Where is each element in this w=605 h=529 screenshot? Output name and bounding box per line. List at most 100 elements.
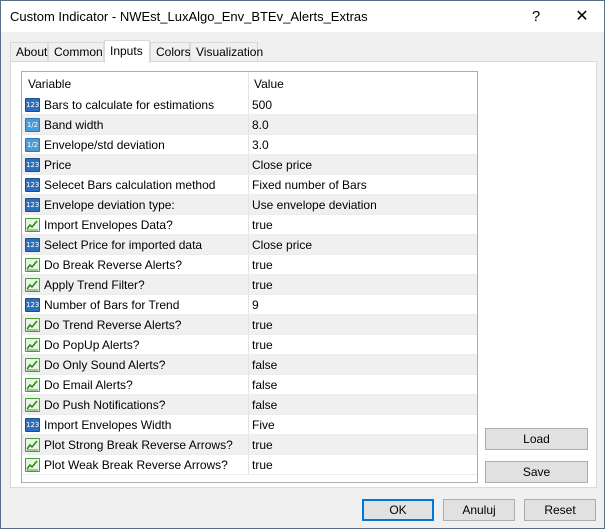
parameter-value[interactable]: false xyxy=(252,398,277,412)
parameter-name: Selecet Bars calculation method xyxy=(44,178,216,192)
cell-divider xyxy=(248,155,249,175)
table-row[interactable]: Plot Strong Break Reverse Arrows? true xyxy=(22,435,477,455)
cell-divider xyxy=(248,235,249,255)
tab-common[interactable]: Common xyxy=(48,42,104,62)
parameter-value[interactable]: 8.0 xyxy=(252,118,269,132)
parameter-name: Bars to calculate for estimations xyxy=(44,98,215,112)
icon-glyph: 123 xyxy=(26,181,40,189)
parameter-name: Do Push Notifications? xyxy=(44,398,166,412)
table-row[interactable]: Do Only Sound Alerts? false xyxy=(22,355,477,375)
cell-divider xyxy=(248,135,249,155)
boolean-parameter-icon xyxy=(25,278,40,292)
icon-glyph: 123 xyxy=(26,101,40,109)
parameter-value[interactable]: true xyxy=(252,438,273,452)
tab-about[interactable]: About xyxy=(10,42,48,62)
cell-divider xyxy=(248,115,249,135)
parameter-value[interactable]: true xyxy=(252,278,273,292)
inputs-panel: Variable Value 123 Bars to calculate for … xyxy=(10,61,597,488)
parameter-name: Plot Weak Break Reverse Arrows? xyxy=(44,458,228,472)
parameter-name: Apply Trend Filter? xyxy=(44,278,145,292)
cell-divider xyxy=(248,355,249,375)
column-divider[interactable] xyxy=(248,72,249,95)
boolean-parameter-icon xyxy=(25,318,40,332)
boolean-parameter-icon xyxy=(25,378,40,392)
table-row[interactable]: 1/2 Envelope/std deviation 3.0 xyxy=(22,135,477,155)
parameter-value[interactable]: Close price xyxy=(252,158,312,172)
cell-divider xyxy=(248,335,249,355)
icon-glyph: 123 xyxy=(26,301,40,309)
table-row[interactable]: Plot Weak Break Reverse Arrows? true xyxy=(22,455,477,475)
parameter-name: Import Envelopes Width xyxy=(44,418,172,432)
ok-button[interactable]: OK xyxy=(362,499,434,521)
parameter-value[interactable]: false xyxy=(252,358,277,372)
icon-glyph: 123 xyxy=(26,161,40,169)
cancel-button[interactable]: Anuluj xyxy=(443,499,515,521)
integer-parameter-icon: 123 xyxy=(25,418,40,432)
parameter-value[interactable]: true xyxy=(252,338,273,352)
parameter-value[interactable]: Close price xyxy=(252,238,312,252)
parameter-name: Do Email Alerts? xyxy=(44,378,133,392)
table-row[interactable]: 123 Import Envelopes Width Five xyxy=(22,415,477,435)
cell-divider xyxy=(248,375,249,395)
boolean-parameter-icon xyxy=(25,438,40,452)
parameter-value[interactable]: 500 xyxy=(252,98,272,112)
integer-parameter-icon: 123 xyxy=(25,178,40,192)
parameter-value[interactable]: true xyxy=(252,318,273,332)
table-row[interactable]: Do Break Reverse Alerts? true xyxy=(22,255,477,275)
table-row[interactable]: 123 Selecet Bars calculation method Fixed … xyxy=(22,175,477,195)
integer-parameter-icon: 123 xyxy=(25,98,40,112)
parameter-value[interactable]: Fixed number of Bars xyxy=(252,178,367,192)
reset-button[interactable]: Reset xyxy=(524,499,596,521)
parameter-value[interactable]: true xyxy=(252,218,273,232)
parameter-name: Do PopUp Alerts? xyxy=(44,338,140,352)
parameter-name: Select Price for imported data xyxy=(44,238,203,252)
table-row[interactable]: Do Push Notifications? false xyxy=(22,395,477,415)
table-row[interactable]: Do PopUp Alerts? true xyxy=(22,335,477,355)
parameter-name: Price xyxy=(44,158,72,172)
icon-glyph: 123 xyxy=(26,421,40,429)
parameter-value[interactable]: false xyxy=(252,378,277,392)
close-button[interactable]: ✕ xyxy=(559,1,605,32)
table-row[interactable]: 123 Number of Bars for Trend 9 xyxy=(22,295,477,315)
parameter-value[interactable]: true xyxy=(252,258,273,272)
parameter-value[interactable]: true xyxy=(252,458,273,472)
boolean-parameter-icon xyxy=(25,338,40,352)
table-row[interactable]: 1/2 Band width 8.0 xyxy=(22,115,477,135)
table-row[interactable]: Import Envelopes Data? true xyxy=(22,215,477,235)
icon-glyph: 123 xyxy=(26,201,40,209)
icon-glyph: 123 xyxy=(26,241,40,249)
help-button[interactable]: ? xyxy=(513,1,559,32)
parameter-name: Plot Strong Break Reverse Arrows? xyxy=(44,438,233,452)
tab-colors[interactable]: Colors xyxy=(150,42,191,62)
parameter-value[interactable]: Use envelope deviation xyxy=(252,198,377,212)
table-row[interactable]: Apply Trend Filter? true xyxy=(22,275,477,295)
integer-parameter-icon: 123 xyxy=(25,198,40,212)
table-row[interactable]: Do Trend Reverse Alerts? true xyxy=(22,315,477,335)
parameter-value[interactable]: 9 xyxy=(252,298,259,312)
icon-glyph: 1/2 xyxy=(26,121,39,129)
tab-inputs[interactable]: Inputs xyxy=(104,40,150,63)
cell-divider xyxy=(248,395,249,415)
parameter-name: Import Envelopes Data? xyxy=(44,218,173,232)
table-row[interactable]: 123 Price Close price xyxy=(22,155,477,175)
boolean-parameter-icon xyxy=(25,458,40,472)
parameter-value[interactable]: Five xyxy=(252,418,275,432)
row-divider xyxy=(22,474,477,475)
tab-visualization[interactable]: Visualization xyxy=(190,42,263,62)
integer-parameter-icon: 123 xyxy=(25,158,40,172)
save-button[interactable]: Save xyxy=(485,461,588,483)
parameter-value[interactable]: 3.0 xyxy=(252,138,269,152)
table-row[interactable]: 123 Envelope deviation type: Use envelope … xyxy=(22,195,477,215)
grid-header: Variable Value xyxy=(22,72,477,95)
load-button[interactable]: Load xyxy=(485,428,588,450)
boolean-parameter-icon xyxy=(25,218,40,232)
column-header-value[interactable]: Value xyxy=(254,77,284,91)
column-header-variable[interactable]: Variable xyxy=(28,77,71,91)
table-row[interactable]: Do Email Alerts? false xyxy=(22,375,477,395)
cell-divider xyxy=(248,195,249,215)
cell-divider xyxy=(248,435,249,455)
table-row[interactable]: 123 Select Price for imported data Close p… xyxy=(22,235,477,255)
inputs-grid: Variable Value 123 Bars to calculate for … xyxy=(21,71,478,483)
table-row[interactable]: 123 Bars to calculate for estimations 500 xyxy=(22,95,477,115)
cell-divider xyxy=(248,275,249,295)
